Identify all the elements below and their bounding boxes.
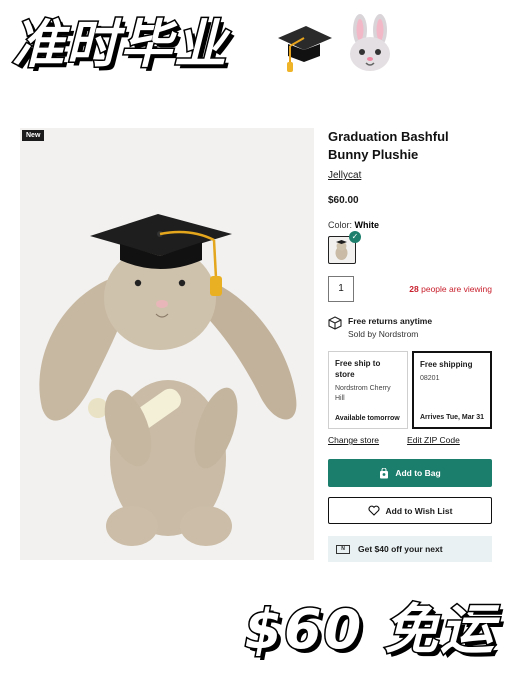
free-shipping-option[interactable]: Free shipping 08201 Arrives Tue, Mar 31 [412,351,492,429]
add-to-bag-label: Add to Bag [395,468,441,478]
bunny-plush-illustration [39,214,297,546]
new-badge: New [22,130,45,141]
product-title: Graduation Bashful Bunny Plushie [328,129,449,162]
edit-zip-link[interactable]: Edit ZIP Code [407,435,460,445]
wish-list-label: Add to Wish List [385,505,453,516]
viewing-text: people are viewing [421,284,492,294]
box-return-icon [328,316,342,330]
returns-title: Free returns anytime [348,316,433,326]
product-details: Graduation Bashful Bunny Plushie Jellyca… [328,128,492,562]
headline-top: 准时毕业 [10,14,229,77]
product-price: $60.00 [328,195,359,206]
zip-code: 08201 [420,375,440,382]
nordstrom-card-icon: N [336,544,350,554]
color-swatch-white[interactable]: ✓ [328,231,361,264]
store-availability: Available tomorrow [335,415,400,422]
add-to-bag-button[interactable]: Add to Bag [328,459,492,487]
sold-by: Sold by Nordstrom [348,329,419,339]
arrival-date: Arrives Tue, Mar 31 [420,414,485,421]
color-label: Color: White [328,220,492,230]
viewing-indicator: 28 people are viewing [409,284,492,294]
card-promo-banner[interactable]: N Get $40 off your next [328,536,492,562]
rabbit-face-icon [350,14,390,71]
color-label-text: Color: [328,220,353,230]
promo-text: Get $40 off your next [358,544,443,554]
graduation-cap-icon [278,26,332,72]
shopping-bag-icon [380,467,389,478]
wish-list-button[interactable]: Add to Wish List [328,497,492,524]
ship-to-store-option[interactable]: Free ship to store Nordstrom Cherry Hill… [328,351,408,429]
quantity-select[interactable]: 1 [328,276,354,302]
heart-icon [367,505,380,516]
headline-bottom: $60 免运 [243,597,496,663]
product-image[interactable]: New [20,128,314,560]
viewing-count: 28 [409,284,419,294]
change-store-link[interactable]: Change store [328,435,379,445]
brand-link[interactable]: Jellycat [328,170,361,181]
ship-store-heading: Free ship to store [335,359,381,379]
returns-info: Free returns anytime Sold by Nordstrom [328,316,492,339]
store-name: Nordstrom Cherry Hill [335,385,391,402]
color-value: White [354,220,380,230]
free-shipping-heading: Free shipping [420,360,473,369]
selected-check-icon: ✓ [349,231,361,243]
